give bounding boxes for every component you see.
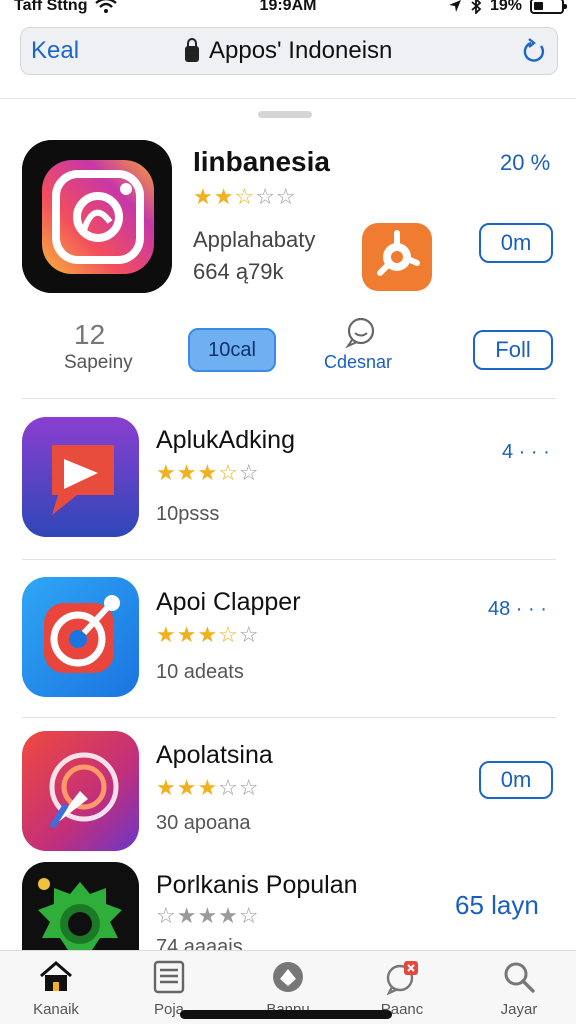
game-icon — [273, 962, 303, 992]
sheet-grabber[interactable] — [258, 111, 312, 118]
follow-label: Foll — [495, 337, 531, 362]
companion-app-icon[interactable] — [362, 223, 432, 291]
ranking-icon-text: 12 — [74, 319, 105, 350]
app-meta: 4 · · · — [502, 441, 550, 463]
bluetooth-icon — [471, 0, 482, 14]
app-subtitle: 30 apoana — [156, 812, 251, 834]
ranking-icon: 12 — [74, 319, 105, 350]
divider — [22, 398, 556, 399]
tab-home[interactable]: Kanaik — [11, 959, 101, 1018]
list-icon — [153, 960, 185, 994]
reload-icon[interactable] — [521, 37, 547, 65]
app-rating-stars: ★★★☆☆ — [156, 460, 260, 485]
tab-label: Jayar — [500, 1001, 538, 1018]
url-text: Appos' Indoneisn — [209, 37, 393, 64]
lock-icon — [185, 38, 199, 62]
app-meta: 65 layn — [455, 890, 539, 920]
follow-button[interactable]: Foll — [473, 330, 553, 370]
featured-get-button[interactable]: 0m — [479, 223, 553, 263]
app-rating-stars: ☆★★★☆ — [156, 903, 260, 928]
home-indicator[interactable] — [180, 1010, 392, 1019]
tab-search[interactable]: Jayar — [474, 959, 564, 1018]
app-rating-stars: ★★★☆☆ — [156, 775, 260, 800]
app-title[interactable]: Apolatsina — [156, 741, 273, 770]
divider — [22, 559, 556, 560]
app-icon-3[interactable] — [22, 731, 139, 851]
tab-label: Kanaik — [33, 1001, 79, 1018]
featured-app-icon[interactable] — [22, 140, 172, 293]
app-icon-1[interactable] — [22, 417, 139, 537]
location-icon — [448, 0, 461, 12]
status-bar: Taff Sttng 19:9AM 19% — [0, 0, 576, 22]
search-icon — [504, 962, 535, 993]
chat-icon — [386, 961, 418, 995]
app-icon-4[interactable] — [22, 862, 139, 950]
featured-app-count: 664 ą79k — [193, 259, 284, 284]
battery-percent: 19% — [489, 0, 522, 14]
app-subtitle: 10 adeats — [156, 661, 244, 683]
address-bar[interactable]: Keal Appos' Indoneisn — [20, 27, 558, 75]
app-subtitle: 74 aaaais — [156, 936, 243, 950]
action-left-label[interactable]: Sapeiny — [64, 352, 133, 374]
app-subtitle: 10psss — [156, 503, 220, 525]
app-get-label: 0m — [500, 767, 532, 792]
featured-rating-stars: ★★☆☆☆ — [193, 184, 297, 209]
url-field[interactable]: Appos' Indoneisn — [185, 37, 392, 65]
featured-app-subtitle: Applahabaty — [193, 227, 316, 252]
action-center-label[interactable]: Cdesnar — [324, 352, 392, 373]
app-rating-stars: ★★★☆☆ — [156, 622, 260, 647]
featured-app-meta: 20 % — [500, 150, 551, 175]
app-get-button[interactable]: 0m — [479, 761, 553, 799]
featured-app-title[interactable]: Iinbanesia — [193, 146, 330, 178]
app-meta: 48 · · · — [488, 598, 547, 620]
back-label: Keal — [31, 37, 80, 64]
app-title[interactable]: Porlkanis Populan — [156, 871, 358, 900]
header-divider — [0, 98, 576, 99]
selected-pill-button[interactable]: 10cal — [188, 328, 276, 372]
back-button[interactable]: Keal — [31, 37, 79, 65]
battery-icon — [530, 0, 567, 14]
app-icon-2[interactable] — [22, 577, 139, 697]
featured-get-label: 0m — [500, 230, 532, 255]
app-title[interactable]: Apoi Clapper — [156, 588, 301, 617]
chat-bubble-icon — [345, 317, 375, 348]
selected-pill-label: 10cal — [208, 339, 256, 361]
home-icon — [40, 961, 72, 991]
divider — [22, 717, 556, 718]
app-title[interactable]: AplukAdking — [156, 426, 295, 455]
